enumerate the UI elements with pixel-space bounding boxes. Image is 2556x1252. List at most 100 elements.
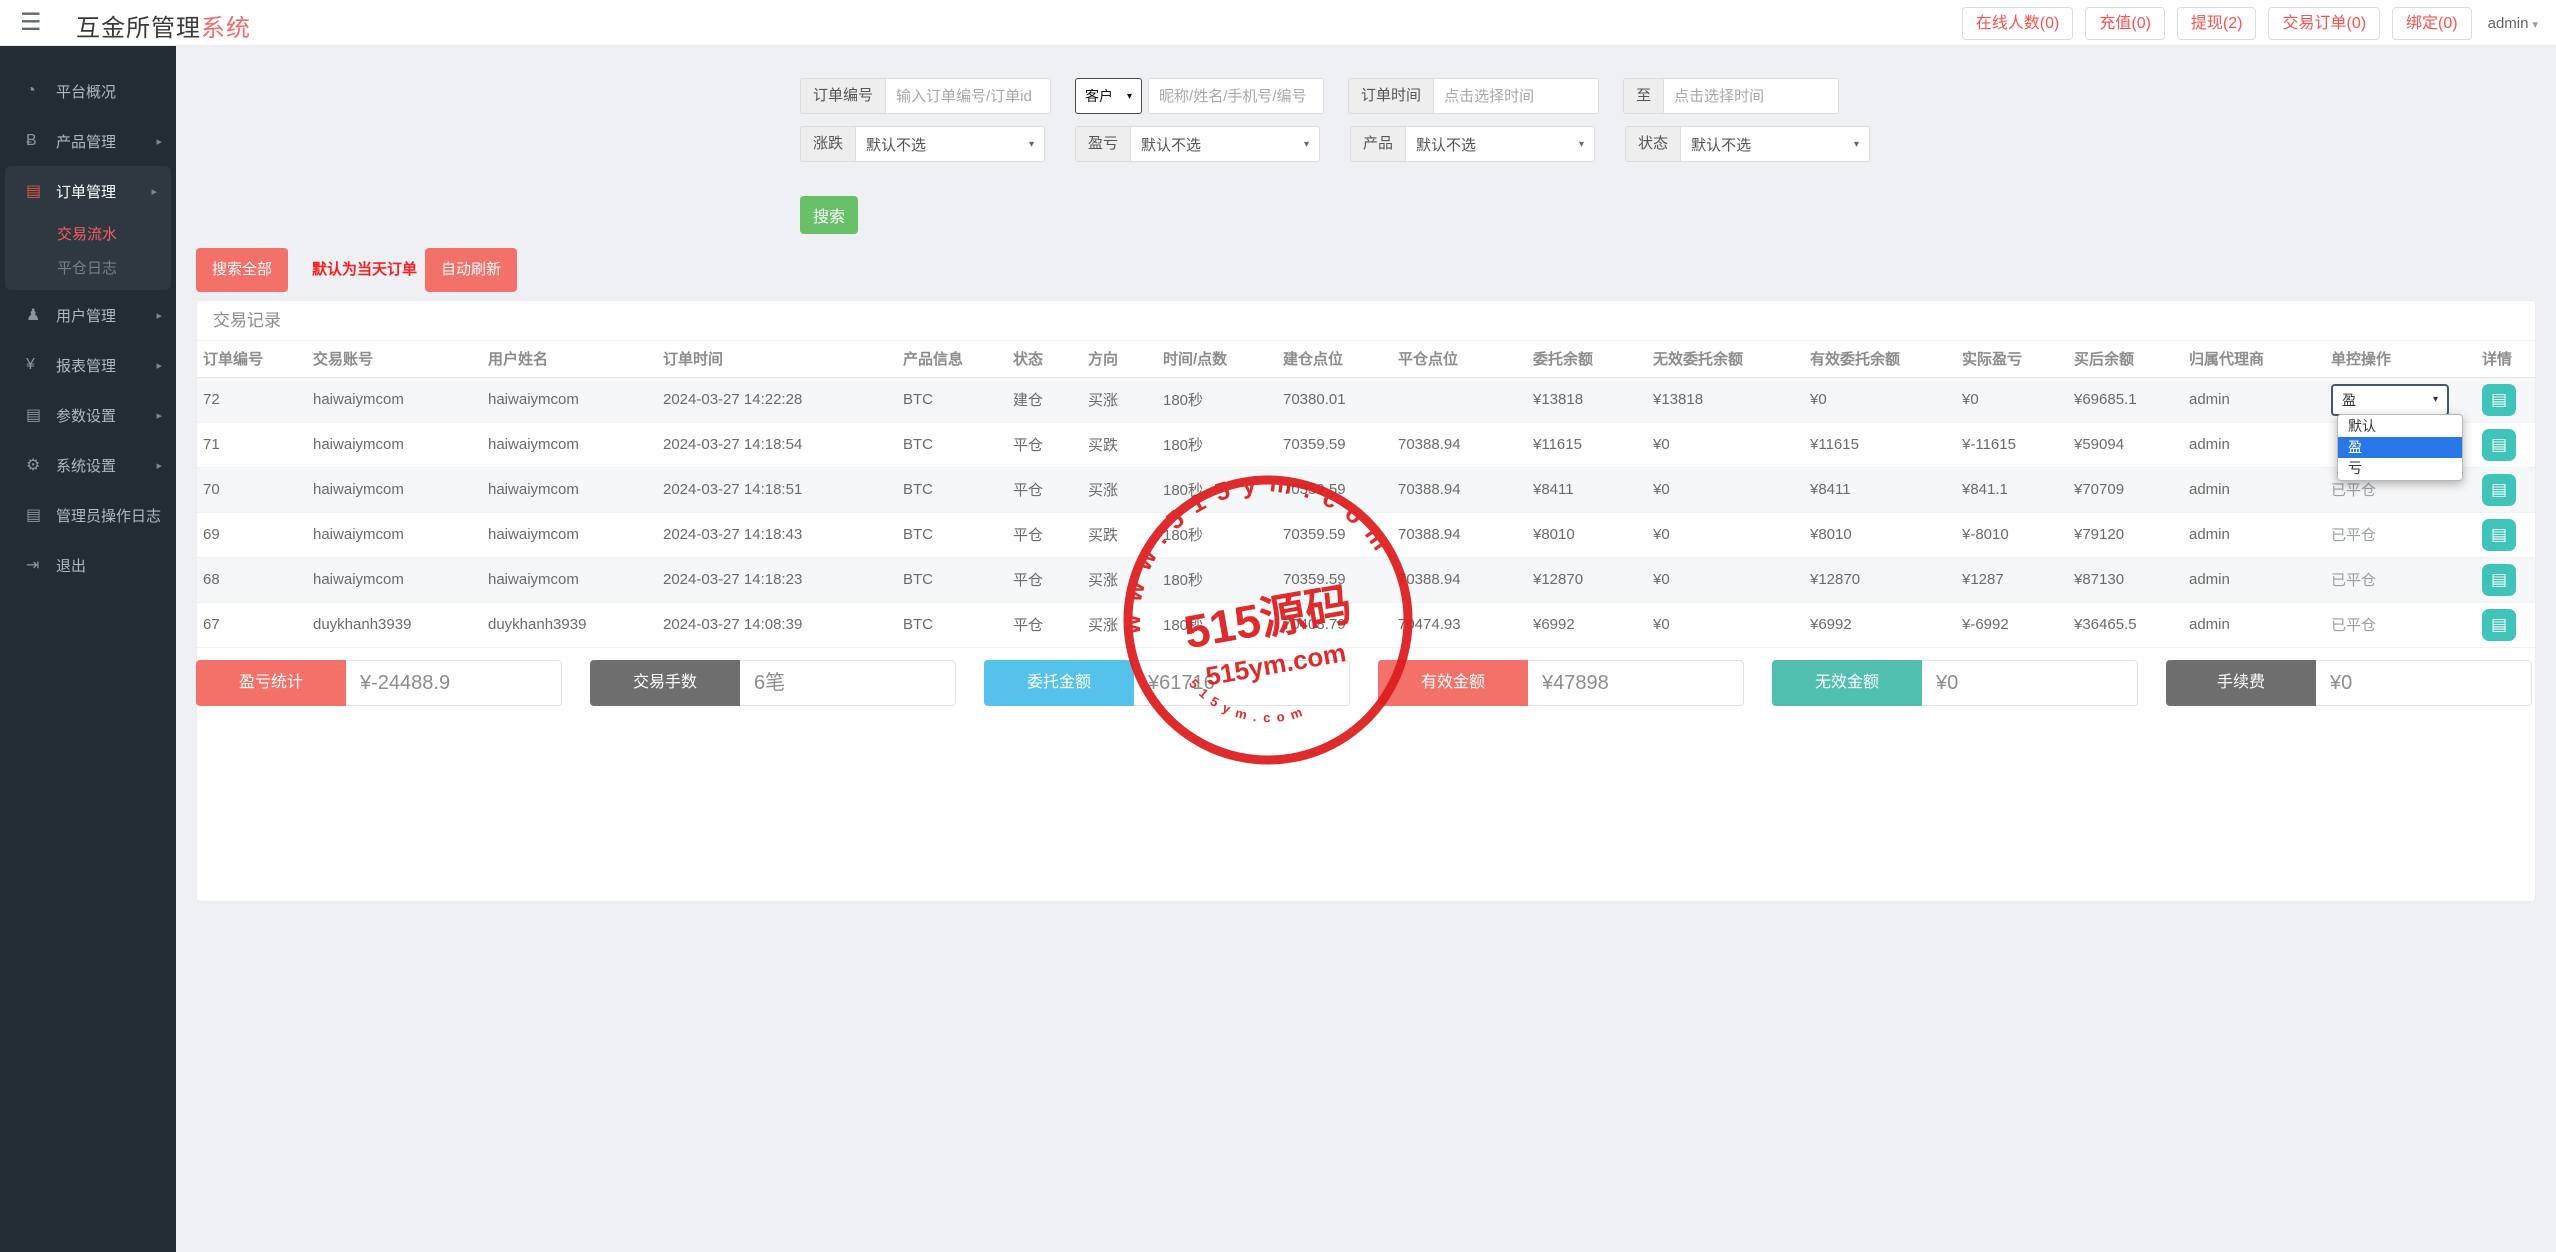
summary-value[interactable]: ¥0 [2316, 660, 2532, 706]
summary-group: 有效金额¥47898 [1378, 660, 1744, 706]
app-title-main: 互金所管理 [76, 15, 201, 42]
cell-order-time: 2024-03-27 14:18:23 [657, 557, 897, 602]
cell-detail: ▤ [2476, 377, 2535, 422]
sidebar-subitem[interactable]: 平仓日志 [5, 250, 171, 284]
nav-stat-button[interactable]: 绑定(0) [2392, 7, 2472, 40]
filter-select[interactable]: 默认不选▾ [1405, 126, 1595, 162]
summary-value[interactable]: 6笔 [740, 660, 956, 706]
cell-detail: ▤ [2476, 602, 2535, 647]
cell-entrust-balance: ¥13818 [1527, 377, 1647, 422]
hamburger-menu-icon[interactable]: ☰ [20, 8, 42, 37]
time-to-label: 至 [1623, 78, 1663, 114]
dropdown-option[interactable]: 盈 [2338, 437, 2462, 458]
summary-value[interactable]: ¥61716 [1134, 660, 1350, 706]
cell-account: haiwaiymcom [307, 422, 482, 467]
sidebar-item-label: 系统设置 [56, 455, 156, 476]
sidebar-item-users[interactable]: ♟用户管理▸ [0, 290, 176, 340]
sidebar-item-params[interactable]: ▤参数设置▸ [0, 390, 176, 440]
detail-button[interactable]: ▤ [2482, 609, 2516, 641]
single-control-select[interactable]: 盈▾ [2331, 384, 2449, 416]
dropdown-option[interactable]: 默认 [2338, 416, 2462, 437]
cell-close-point: 70388.94 [1392, 557, 1527, 602]
cell-account: haiwaiymcom [307, 377, 482, 422]
chevron-right-icon: ▸ [151, 185, 157, 198]
nav-stat-button[interactable]: 在线人数(0) [1962, 7, 2074, 40]
cell-duration: 180秒 [1157, 422, 1277, 467]
cell-open-point: 70359.59 [1277, 467, 1392, 512]
filter-select-value: 默认不选 [1141, 134, 1201, 155]
sidebar-item-system[interactable]: ⚙系统设置▸ [0, 440, 176, 490]
customer-type-select[interactable]: 客户▾ [1075, 78, 1142, 114]
sidebar-subitem[interactable]: 交易流水 [5, 216, 171, 250]
detail-list-icon: ▤ [2491, 564, 2507, 596]
cell-agent: admin [2183, 467, 2325, 512]
summary-value[interactable]: ¥-24488.9 [346, 660, 562, 706]
summary-value[interactable]: ¥47898 [1528, 660, 1744, 706]
top-navbar: ☰ 互金所管理系统 在线人数(0) 充值(0) 提现(2) 交易订单(0) 绑定(0) a… [0, 0, 2556, 46]
detail-button[interactable]: ▤ [2482, 384, 2516, 416]
summary-label: 盈亏统计 [196, 660, 346, 706]
auto-refresh-button[interactable]: 自动刷新 [425, 248, 517, 292]
cell-direction: 买涨 [1082, 377, 1157, 422]
users-icon: ♟ [26, 305, 56, 325]
column-header: 产品信息 [897, 341, 1007, 377]
cell-entrust-balance: ¥6992 [1527, 602, 1647, 647]
customer-input[interactable] [1148, 78, 1324, 114]
cell-close-point: 70388.94 [1392, 512, 1527, 557]
single-control-value: 盈 [2342, 390, 2356, 410]
app-title-accent: 系统 [201, 15, 251, 42]
cell-after-balance: ¥36465.5 [2068, 602, 2183, 647]
cell-after-balance: ¥87130 [2068, 557, 2183, 602]
dropdown-option[interactable]: 亏 [2338, 458, 2462, 479]
cell-actual-profit: ¥1287 [1956, 557, 2068, 602]
search-button[interactable]: 搜索 [800, 196, 858, 234]
nav-stat-button[interactable]: 提现(2) [2177, 7, 2257, 40]
column-header: 单控操作 [2325, 341, 2476, 377]
time-from-input[interactable] [1433, 78, 1599, 114]
column-header: 买后余额 [2068, 341, 2183, 377]
detail-button[interactable]: ▤ [2482, 564, 2516, 596]
filter-select[interactable]: 默认不选▾ [855, 126, 1045, 162]
cell-close-point: 70388.94 [1392, 422, 1527, 467]
column-header: 用户姓名 [482, 341, 657, 377]
user-menu[interactable]: admin▾ [2484, 15, 2542, 32]
sidebar-item-dashboard[interactable]: ◔平台概况 [0, 66, 176, 116]
nav-stat-button[interactable]: 交易订单(0) [2268, 7, 2380, 40]
detail-button[interactable]: ▤ [2482, 474, 2516, 506]
search-all-button[interactable]: 搜索全部 [196, 248, 288, 292]
sidebar-item-orders[interactable]: ▤订单管理▸ [5, 166, 171, 216]
cell-direction: 买涨 [1082, 467, 1157, 512]
sidebar-item-report[interactable]: ¥报表管理▸ [0, 340, 176, 390]
summary-value[interactable]: ¥0 [1922, 660, 2138, 706]
default-today-note: 默认为当天订单 [312, 248, 417, 292]
order-no-input[interactable] [885, 78, 1051, 114]
cell-single-control: 已平仓 [2325, 557, 2476, 602]
detail-button[interactable]: ▤ [2482, 429, 2516, 461]
cell-actual-profit: ¥0 [1956, 377, 2068, 422]
filter-select[interactable]: 默认不选▾ [1680, 126, 1870, 162]
column-header: 委托余额 [1527, 341, 1647, 377]
cell-order-id: 69 [197, 512, 307, 557]
filter-select-value: 默认不选 [1416, 134, 1476, 155]
sidebar-item-logout[interactable]: ⇥退出 [0, 540, 176, 590]
column-header: 平仓点位 [1392, 341, 1527, 377]
time-to-filter: 至 [1623, 78, 1839, 114]
order-no-label: 订单编号 [800, 78, 885, 114]
sidebar-item-admin-log[interactable]: ▤管理员操作日志 [0, 490, 176, 540]
filter-select-label: 涨跌 [800, 126, 855, 162]
column-header: 交易账号 [307, 341, 482, 377]
filter-select[interactable]: 默认不选▾ [1130, 126, 1320, 162]
dashboard-icon: ◔ [26, 82, 56, 100]
cell-invalid-entrust: ¥0 [1647, 602, 1804, 647]
cell-product: BTC [897, 512, 1007, 557]
cell-valid-entrust: ¥8010 [1804, 512, 1956, 557]
chevron-down-icon: ▾ [1127, 91, 1132, 102]
chevron-down-icon: ▾ [1854, 139, 1859, 150]
cell-agent: admin [2183, 602, 2325, 647]
navbar-right: 在线人数(0) 充值(0) 提现(2) 交易订单(0) 绑定(0) admin▾ [1962, 6, 2542, 40]
filters-row-1: 订单编号 客户▾ 订单时间 至 [800, 78, 1839, 114]
sidebar-item-product[interactable]: Ƀ产品管理▸ [0, 116, 176, 166]
time-to-input[interactable] [1663, 78, 1839, 114]
nav-stat-button[interactable]: 充值(0) [2085, 7, 2165, 40]
detail-button[interactable]: ▤ [2482, 519, 2516, 551]
